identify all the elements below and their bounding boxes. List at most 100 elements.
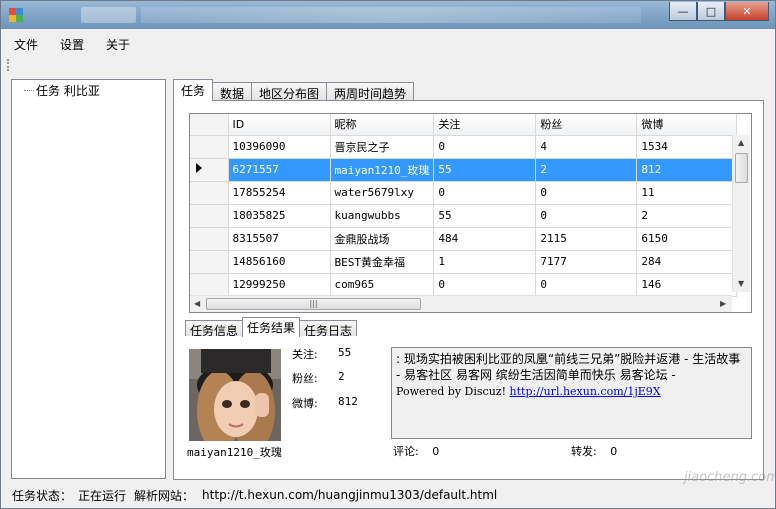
cell-weibo: 812 [636, 158, 738, 182]
cell-nickname: kuangwubbs [330, 204, 435, 228]
tab-task-log[interactable]: 任务日志 [299, 320, 358, 338]
close-button[interactable]: ✕ [725, 2, 769, 21]
horizontal-scroll-thumb[interactable]: ||| [206, 298, 421, 310]
menu-bar: 文件 设置 关于 [2, 31, 140, 55]
horizontal-scrollbar[interactable]: ◀ ||| ▶ [190, 295, 732, 312]
column-header-follow[interactable]: 关注 [433, 114, 537, 136]
table-row[interactable]: 8315507 金鼎股战场 484 2115 6150 [190, 227, 738, 251]
weibo-content-box[interactable]: : 现场实拍被困利比亚的凤凰“前线三兄弟”脱险并返港 - 生活故事 - 易客社区… [391, 347, 752, 439]
table-row[interactable]: 14856160 BEST黄金幸福 1 7177 284 [190, 250, 738, 274]
row-header[interactable] [190, 158, 229, 182]
column-header-nickname[interactable]: 昵称 [330, 114, 435, 136]
cell-fans: 2115 [535, 227, 638, 251]
row-header[interactable] [190, 181, 229, 205]
cell-fans: 4 [535, 135, 638, 159]
repost-label: 转发: [571, 445, 597, 458]
comment-value: 0 [432, 445, 440, 458]
table-row[interactable]: 12999250 com965 0 0 146 [190, 273, 738, 297]
weibo-content-link[interactable]: http://url.hexun.com/1jE9X [510, 385, 661, 398]
cell-fans: 7177 [535, 250, 638, 274]
tab-task-info[interactable]: 任务信息 [185, 320, 244, 338]
scroll-left-icon[interactable]: ◀ [194, 299, 200, 308]
vertical-scrollbar[interactable]: ▲ ▼ [732, 135, 750, 292]
window-controls: — □ ✕ [669, 2, 769, 21]
cell-nickname: water5679lxy [330, 181, 435, 205]
row-header[interactable] [190, 135, 229, 159]
stat-follow-label: 关注: [292, 348, 318, 361]
table-row[interactable]: 18035825 kuangwubbs 55 0 2 [190, 204, 738, 228]
cell-follow: 0 [433, 273, 537, 297]
cell-fans: 2 [535, 158, 638, 182]
cell-weibo: 2 [636, 204, 738, 228]
repost-count: 转发: 0 [571, 443, 617, 459]
cell-weibo: 1534 [636, 135, 738, 159]
stat-weibo-label: 微博: [292, 397, 318, 410]
table-row[interactable]: 17855254 water5679lxy 0 0 11 [190, 181, 738, 205]
tab-task[interactable]: 任务 [173, 79, 214, 101]
title-bar[interactable]: — □ ✕ [1, 1, 775, 29]
scroll-right-icon[interactable]: ▶ [720, 299, 726, 308]
cell-nickname: BEST黄金幸福 [330, 250, 435, 274]
repost-value: 0 [610, 445, 618, 458]
cell-follow: 55 [433, 158, 537, 182]
tree-node-task[interactable]: 任务 利比亚 [24, 82, 100, 99]
row-header[interactable] [190, 250, 229, 274]
cell-fans: 0 [535, 273, 638, 297]
table-row[interactable]: 10396090 晋京民之子 0 4 1534 [190, 135, 738, 159]
column-header-weibo[interactable]: 微博 [636, 114, 738, 136]
status-bar: 任务状态： 正在运行 解析网站： http://t.hexun.com/huan… [2, 483, 774, 507]
weibo-powered-text: Powered by Discuz! [396, 385, 510, 398]
cell-id: 8315507 [228, 227, 331, 251]
app-icon [9, 8, 23, 22]
cell-id: 12999250 [228, 273, 331, 297]
row-header[interactable] [190, 204, 229, 228]
maximize-button[interactable]: □ [697, 2, 725, 21]
minimize-button[interactable]: — [669, 2, 697, 21]
stat-weibo: 微博: 812 [292, 395, 358, 411]
tab-task-result[interactable]: 任务结果 [242, 317, 301, 337]
cell-follow: 0 [433, 181, 537, 205]
column-header-fans[interactable]: 粉丝 [535, 114, 638, 136]
stat-fans-value: 2 [338, 370, 345, 383]
title-blur [81, 7, 136, 23]
cell-weibo: 6150 [636, 227, 738, 251]
cell-fans: 0 [535, 204, 638, 228]
table-row-selected[interactable]: 6271557 maiyan1210_玫瑰 55 2 812 [190, 158, 738, 182]
user-avatar [189, 349, 281, 441]
vertical-scroll-thumb[interactable] [735, 153, 748, 183]
tree-node-label: 任务 利比亚 [36, 84, 100, 98]
menu-file[interactable]: 文件 [2, 31, 48, 55]
column-header-id[interactable]: ID [228, 114, 331, 136]
stat-weibo-value: 812 [338, 395, 358, 408]
cell-weibo: 146 [636, 273, 738, 297]
tab-two-week-trend[interactable]: 两周时间趋势 [326, 82, 415, 101]
scroll-up-icon[interactable]: ▲ [738, 138, 744, 147]
stat-follow-value: 55 [338, 346, 352, 359]
cell-weibo: 11 [636, 181, 738, 205]
menu-settings[interactable]: 设置 [48, 31, 94, 55]
cell-id: 17855254 [228, 181, 331, 205]
menu-about[interactable]: 关于 [94, 31, 140, 55]
stat-fans-label: 粉丝: [292, 372, 318, 385]
main-tabs: 任务 数据 地区分布图 两周时间趋势 [173, 79, 415, 101]
results-grid[interactable]: ID 昵称 关注 粉丝 微博 10396090 晋京民之子 0 4 1534 6… [189, 113, 752, 313]
tab-data[interactable]: 数据 [212, 82, 253, 101]
cell-id: 18035825 [228, 204, 331, 228]
avatar-photo [189, 349, 281, 441]
status-site-label: 解析网站： [134, 488, 195, 503]
stat-follow: 关注: 55 [292, 346, 351, 362]
row-header[interactable] [190, 273, 229, 297]
weibo-content-text: : 现场实拍被困利比亚的凤凰“前线三兄弟”脱险并返港 - 生活故事 - 易客社区… [396, 352, 741, 382]
status-site-value: http://t.hexun.com/huangjinmu1303/defaul… [202, 488, 498, 502]
toolbar-grip[interactable] [7, 59, 10, 71]
comment-count: 评论: 0 [393, 443, 439, 459]
cell-weibo: 284 [636, 250, 738, 274]
result-username: maiyan1210_玫瑰 [187, 446, 282, 459]
tab-region-map[interactable]: 地区分布图 [251, 82, 328, 101]
cell-fans: 0 [535, 181, 638, 205]
sub-tabs: 任务信息 任务结果 任务日志 [185, 317, 358, 338]
cell-follow: 0 [433, 135, 537, 159]
scroll-down-icon[interactable]: ▼ [738, 279, 744, 288]
row-header[interactable] [190, 227, 229, 251]
grid-header-row: ID 昵称 关注 粉丝 微博 [190, 114, 738, 136]
